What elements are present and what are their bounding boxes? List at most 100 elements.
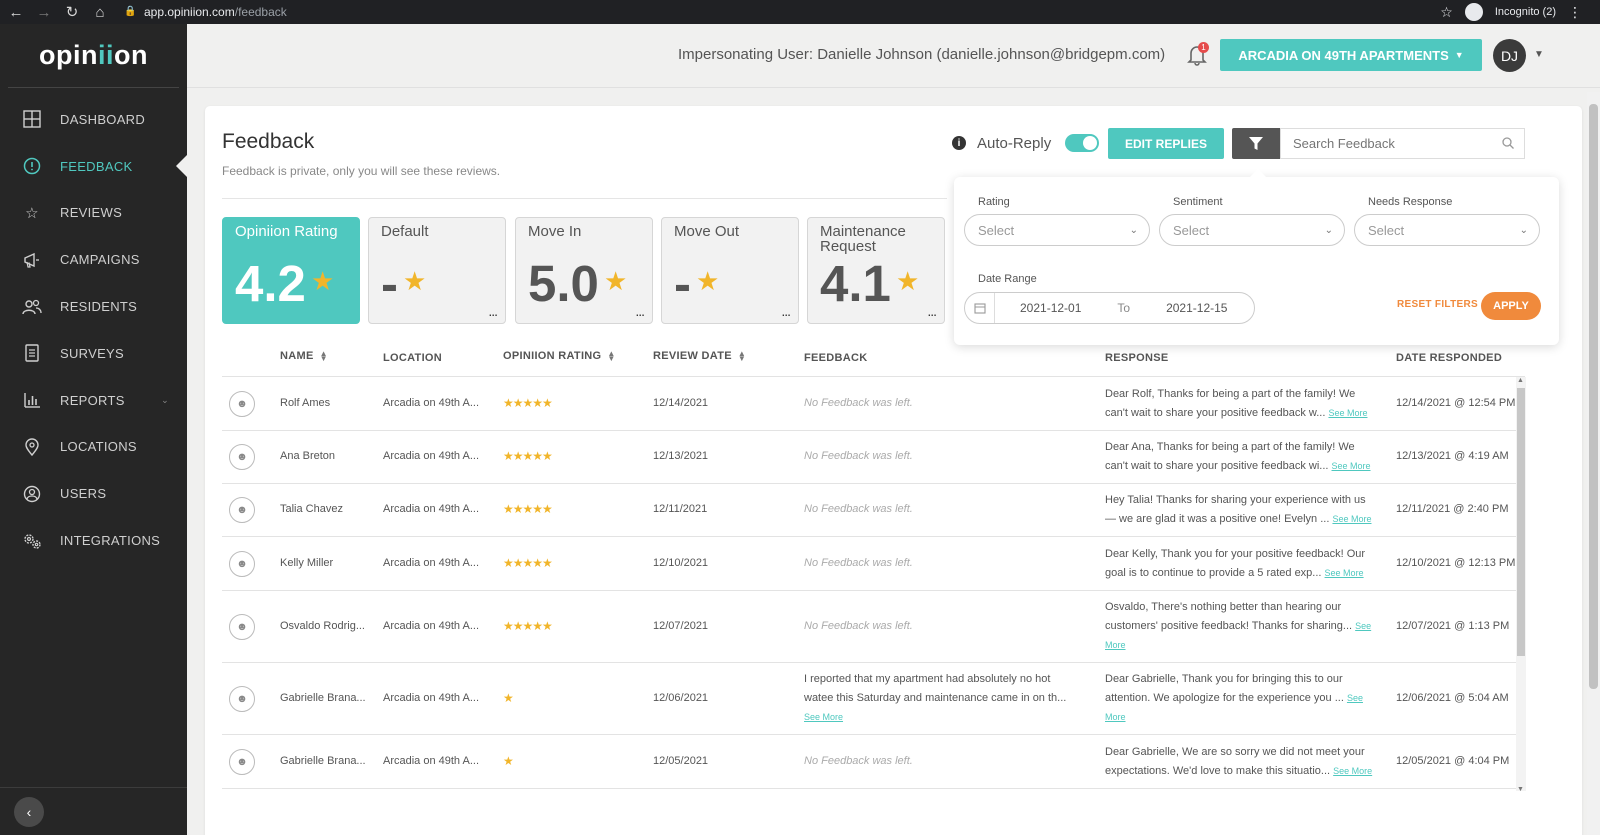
auto-reply-toggle[interactable] bbox=[1065, 134, 1100, 152]
cell-feedback: I reported that my apartment had absolut… bbox=[804, 670, 1079, 727]
reset-filters-button[interactable]: RESET FILTERS bbox=[1397, 299, 1478, 310]
more-options-icon[interactable]: ... bbox=[488, 303, 498, 319]
property-selector[interactable]: ARCADIA ON 49TH APARTMENTS ▼ bbox=[1220, 39, 1482, 71]
stat-tile-opiniion-rating[interactable]: Opiniion Rating 4.2 ★ bbox=[222, 217, 360, 324]
more-options-icon[interactable]: ... bbox=[635, 303, 645, 319]
incognito-label[interactable]: Incognito (2) bbox=[1495, 6, 1556, 18]
search-icon[interactable] bbox=[1502, 137, 1514, 152]
sentiment-filter-label: Sentiment bbox=[1173, 196, 1223, 208]
sidebar-item-reviews[interactable]: ☆ REVIEWS bbox=[0, 190, 187, 237]
reload-icon[interactable]: ↻ bbox=[60, 0, 84, 24]
see-more-link[interactable]: See More bbox=[1325, 568, 1364, 578]
sentiment-select[interactable]: Select ⌄ bbox=[1159, 214, 1345, 246]
star-icon: ★ bbox=[896, 266, 920, 296]
sidebar-item-feedback[interactable]: FEEDBACK bbox=[0, 143, 187, 190]
table-row[interactable]: ☻ Ana Breton Arcadia on 49th A... ★★★★★ … bbox=[222, 431, 1525, 484]
megaphone-icon bbox=[22, 250, 42, 270]
cell-name: Talia Chavez bbox=[280, 503, 343, 515]
edit-replies-button[interactable]: EDIT REPLIES bbox=[1108, 128, 1224, 159]
address-bar[interactable]: 🔒 app.opiniion.com/feedback bbox=[124, 2, 1440, 22]
see-more-link[interactable]: See More bbox=[1333, 766, 1372, 776]
user-avatar-icon: ☻ bbox=[229, 497, 255, 523]
forward-arrow-icon[interactable]: → bbox=[32, 0, 56, 24]
sidebar-item-dashboard[interactable]: DASHBOARD bbox=[0, 96, 187, 143]
cell-name: Kelly Miller bbox=[280, 557, 334, 569]
cell-review-date: 12/05/2021 bbox=[653, 755, 709, 767]
bookmark-star-icon[interactable]: ☆ bbox=[1440, 4, 1453, 21]
sidebar-item-users[interactable]: USERS bbox=[0, 470, 187, 517]
rating-stars: ★ bbox=[503, 691, 514, 705]
more-options-icon[interactable]: ... bbox=[781, 303, 791, 319]
date-from-input[interactable]: 2021-12-01 bbox=[1020, 301, 1081, 315]
chevron-down-icon: ⌄ bbox=[1129, 224, 1138, 236]
stat-tile-move-in[interactable]: Move In 5.0 ★ ... bbox=[515, 217, 653, 324]
sidebar-item-locations[interactable]: LOCATIONS bbox=[0, 424, 187, 471]
date-to-label: To bbox=[1117, 301, 1131, 315]
tile-value: - bbox=[381, 255, 398, 312]
table-row[interactable]: ☻ Talia Chavez Arcadia on 49th A... ★★★★… bbox=[222, 484, 1525, 537]
stat-tile-move-out[interactable]: Move Out - ★ ... bbox=[661, 217, 799, 324]
cell-review-date: 12/06/2021 bbox=[653, 692, 709, 704]
sidebar-item-reports[interactable]: REPORTS ⌄ bbox=[0, 377, 187, 424]
collapse-sidebar-button[interactable]: ‹ bbox=[14, 796, 44, 827]
cell-name: Gabrielle Brana... bbox=[280, 692, 366, 704]
user-avatar-icon: ☻ bbox=[229, 391, 255, 417]
stat-tile-maintenance-request[interactable]: Maintenance Request 4.1 ★ ... bbox=[807, 217, 945, 324]
sidebar-item-integrations[interactable]: INTEGRATIONS bbox=[0, 517, 187, 564]
table-row[interactable]: ☻ Kelly Miller Arcadia on 49th A... ★★★★… bbox=[222, 537, 1525, 591]
more-options-icon[interactable]: ... bbox=[927, 303, 937, 319]
cell-name: Ana Breton bbox=[280, 450, 336, 462]
sort-icon: ▲ ▼ bbox=[737, 349, 747, 363]
star-icon: ★ bbox=[696, 266, 720, 296]
apply-button[interactable]: APPLY bbox=[1481, 292, 1541, 320]
table-row[interactable]: ☻ Osvaldo Rodrig... Arcadia on 49th A...… bbox=[222, 591, 1525, 663]
sidebar-footer: ‹ bbox=[0, 787, 187, 835]
see-more-link[interactable]: See More bbox=[1332, 461, 1371, 471]
table-row[interactable]: ☻ Rolf Ames Arcadia on 49th A... ★★★★★ 1… bbox=[222, 377, 1525, 431]
search-field bbox=[1280, 128, 1525, 159]
grid-icon bbox=[22, 109, 42, 129]
column-header-name[interactable]: NAME ▲ ▼ bbox=[280, 350, 328, 363]
tile-label: Opiniion Rating bbox=[235, 223, 338, 240]
column-header-location: LOCATION bbox=[383, 352, 442, 364]
sidebar-item-campaigns[interactable]: CAMPAIGNS bbox=[0, 236, 187, 283]
date-range-picker[interactable]: 2021-12-01 To 2021-12-15 bbox=[964, 292, 1255, 324]
sidebar-item-residents[interactable]: RESIDENTS bbox=[0, 283, 187, 330]
filter-button[interactable] bbox=[1232, 128, 1280, 159]
home-icon[interactable]: ⌂ bbox=[88, 0, 112, 24]
rating-stars: ★★★★★ bbox=[503, 502, 553, 516]
needs-response-select[interactable]: Select ⌄ bbox=[1354, 214, 1540, 246]
feedback-icon bbox=[22, 156, 42, 176]
cell-feedback: No Feedback was left. bbox=[804, 397, 913, 409]
caret-down-icon[interactable]: ▼ bbox=[1534, 49, 1544, 60]
table-row[interactable]: ☻ Gabrielle Brana... Arcadia on 49th A..… bbox=[222, 735, 1525, 789]
rating-select[interactable]: Select ⌄ bbox=[964, 214, 1150, 246]
column-header-review-date[interactable]: REVIEW DATE ▲ ▼ bbox=[653, 349, 747, 363]
chevron-down-icon: ⌄ bbox=[161, 394, 169, 405]
scroll-up-icon[interactable]: ▲ bbox=[1517, 377, 1524, 384]
browser-menu-icon[interactable]: ⋮ bbox=[1568, 4, 1582, 21]
cell-review-date: 12/13/2021 bbox=[653, 450, 709, 462]
sidebar-item-surveys[interactable]: SURVEYS bbox=[0, 330, 187, 377]
avatar[interactable]: DJ bbox=[1493, 39, 1526, 72]
logo[interactable]: opin ii on bbox=[8, 24, 179, 88]
date-to-input[interactable]: 2021-12-15 bbox=[1166, 301, 1227, 315]
table-scrollbar-thumb[interactable] bbox=[1517, 388, 1525, 656]
see-more-link[interactable]: See More bbox=[1328, 408, 1367, 418]
auto-reply-label: Auto-Reply bbox=[977, 134, 1052, 152]
sidebar-item-label: CAMPAIGNS bbox=[60, 252, 140, 268]
page-scrollbar-thumb[interactable] bbox=[1589, 104, 1598, 689]
sidebar-nav: DASHBOARD FEEDBACK ☆ REVIEWS CAMPAIGNS R… bbox=[0, 88, 187, 564]
see-more-link[interactable]: See More bbox=[804, 712, 843, 722]
scroll-down-icon[interactable]: ▼ bbox=[1517, 786, 1524, 793]
table-row[interactable]: ☻ Gabrielle Brana... Arcadia on 49th A..… bbox=[222, 663, 1525, 735]
column-header-rating[interactable]: OPINIION RATING ▲ ▼ bbox=[503, 350, 616, 363]
rating-stars: ★★★★★ bbox=[503, 449, 553, 463]
filter-icon bbox=[1249, 136, 1263, 150]
back-arrow-icon[interactable]: ← bbox=[4, 0, 28, 24]
cell-location: Arcadia on 49th A... bbox=[383, 620, 480, 632]
stat-tile-default[interactable]: Default - ★ ... bbox=[368, 217, 506, 324]
see-more-link[interactable]: See More bbox=[1332, 514, 1371, 524]
info-icon[interactable]: i bbox=[952, 136, 966, 150]
search-input[interactable] bbox=[1293, 136, 1493, 151]
